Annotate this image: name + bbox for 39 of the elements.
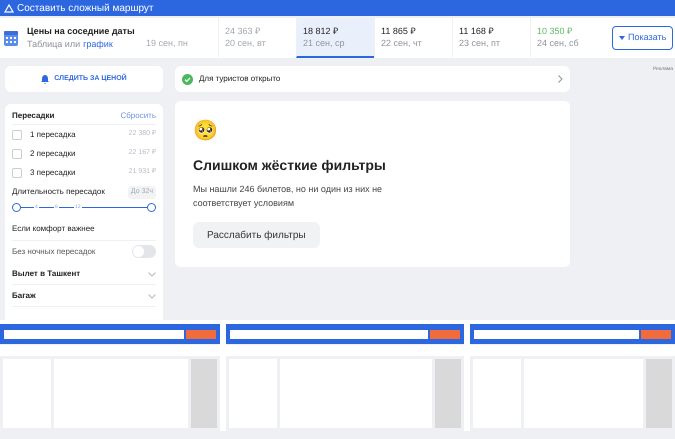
bell-icon [41,74,50,84]
chevron-down-icon [148,272,156,276]
chart-link[interactable]: график [83,38,113,51]
slider-handle[interactable] [147,202,156,212]
notice-text: Для туристов открыто [199,73,282,85]
checkbox[interactable] [12,130,22,140]
emoji: 🥺 [193,117,218,143]
checkbox-label: 3 пересадки [30,166,76,178]
date-tab[interactable]: 10 350 ₽ 24 сен, сб [530,18,608,58]
toggle-switch[interactable] [132,245,156,258]
filter-section[interactable]: Багаж [12,286,156,306]
reset-link[interactable]: Сбросить [120,110,156,122]
section-title: Если комфорт важнее [12,222,156,240]
date-tab[interactable]: 18 812 ₽ 21 сен, ср [296,18,374,58]
show-button[interactable]: Показать [612,26,674,50]
complex-route-link[interactable]: Составить сложный маршрут [17,0,154,16]
notice-bar[interactable]: Для туристов открыто [175,66,570,92]
date-tab[interactable]: 11 168 ₽ 23 сен, пт [452,18,530,58]
chevron-down-icon [148,294,156,298]
relax-filters-button[interactable]: Расслабить фильтры [193,222,320,248]
dates-subtitle: Таблица или [27,38,80,51]
checkbox[interactable] [12,168,22,178]
dates-title: Цены на соседние даты [27,25,135,38]
filter-section[interactable]: Вылет в Ташкент [12,264,156,284]
toggle-label: Без ночных пересадок [12,246,96,258]
checkbox[interactable] [12,148,22,158]
duration-label: Длительность пересадок [12,186,105,198]
empty-title: Слишком жёсткие фильтры [193,156,386,175]
empty-text: Мы нашли 246 билетов, но ни один из них не соответствует условиям [193,183,384,210]
route-icon [4,4,14,12]
checkbox-label: 1 пересадка [30,128,77,140]
checkmark-icon [182,74,193,84]
chevron-right-icon [558,75,563,83]
slider-handle[interactable] [12,202,21,212]
date-tab[interactable]: 11 865 ₽ 22 сен, чт [374,18,452,58]
caret-icon [619,36,625,40]
checkbox-label: 2 пересадки [30,148,76,160]
calendar-icon [4,30,18,46]
filter-title: Пересадки [12,110,54,122]
